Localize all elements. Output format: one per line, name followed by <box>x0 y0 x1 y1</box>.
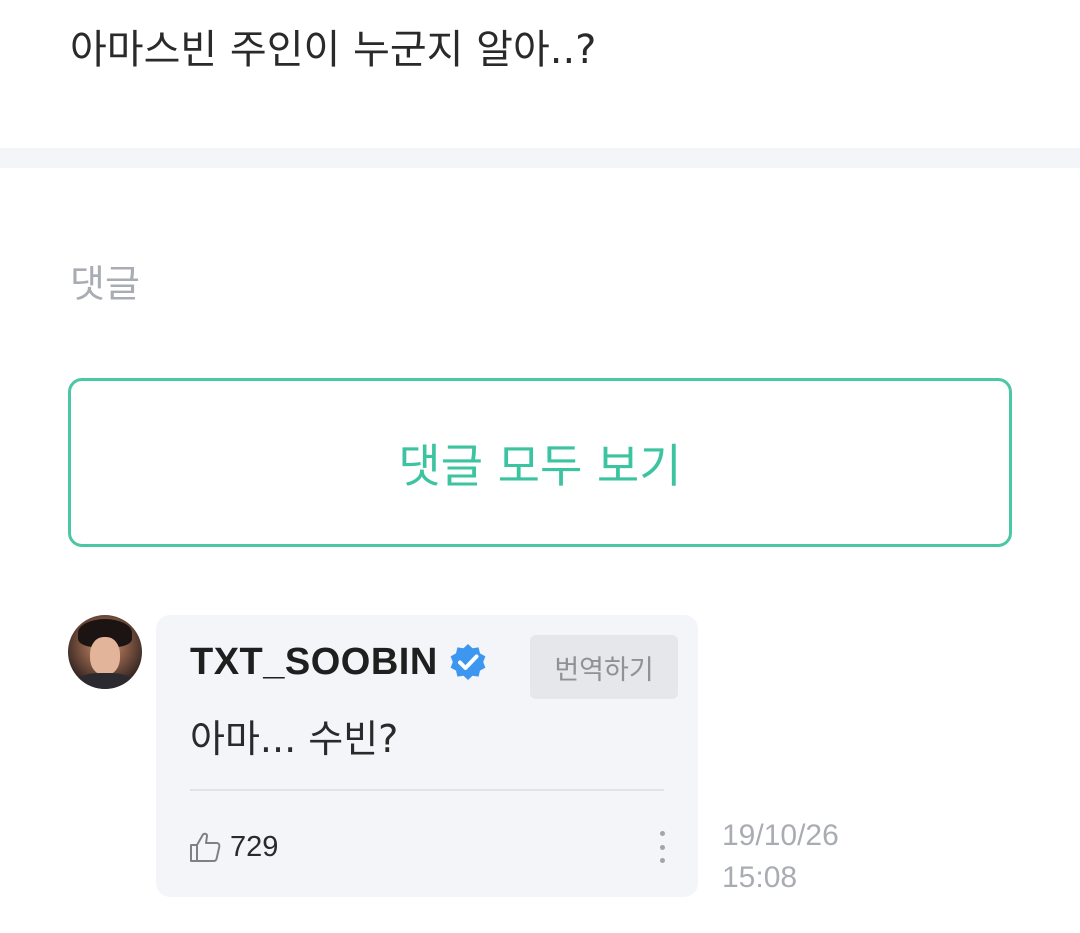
post-text: 아마스빈 주인이 누군지 알아..? <box>70 27 597 73</box>
like-count: 729 <box>230 831 279 863</box>
avatar-face <box>90 637 120 675</box>
verified-badge-icon <box>450 644 486 680</box>
avatar-shirt <box>74 673 136 689</box>
comment-timestamp: 19/10/26 15:08 <box>722 815 839 899</box>
comment-divider <box>190 789 664 791</box>
comment-author-name[interactable]: TXT_SOOBIN <box>190 637 438 687</box>
comment-author-row[interactable]: TXT_SOOBIN <box>190 637 488 687</box>
comment-body: 아마... 수빈? <box>190 717 399 761</box>
comments-heading: 댓글 <box>70 262 140 306</box>
section-divider <box>0 148 1080 168</box>
translate-button[interactable]: 번역하기 <box>530 635 678 699</box>
more-dot <box>659 858 665 863</box>
thumbs-up-icon <box>190 832 221 862</box>
more-options-icon[interactable] <box>650 829 674 865</box>
like-button[interactable]: 729 <box>188 827 278 867</box>
comment-card: TXT_SOOBIN 번역하기 아마... 수빈? 729 <box>156 615 698 897</box>
comment-date: 19/10/26 <box>722 819 839 852</box>
avatar[interactable] <box>68 615 142 689</box>
more-dot <box>659 831 665 836</box>
more-dot <box>659 844 665 850</box>
view-all-comments-button[interactable]: 댓글 모두 보기 <box>68 378 1012 547</box>
comment-time: 15:08 <box>722 861 798 894</box>
